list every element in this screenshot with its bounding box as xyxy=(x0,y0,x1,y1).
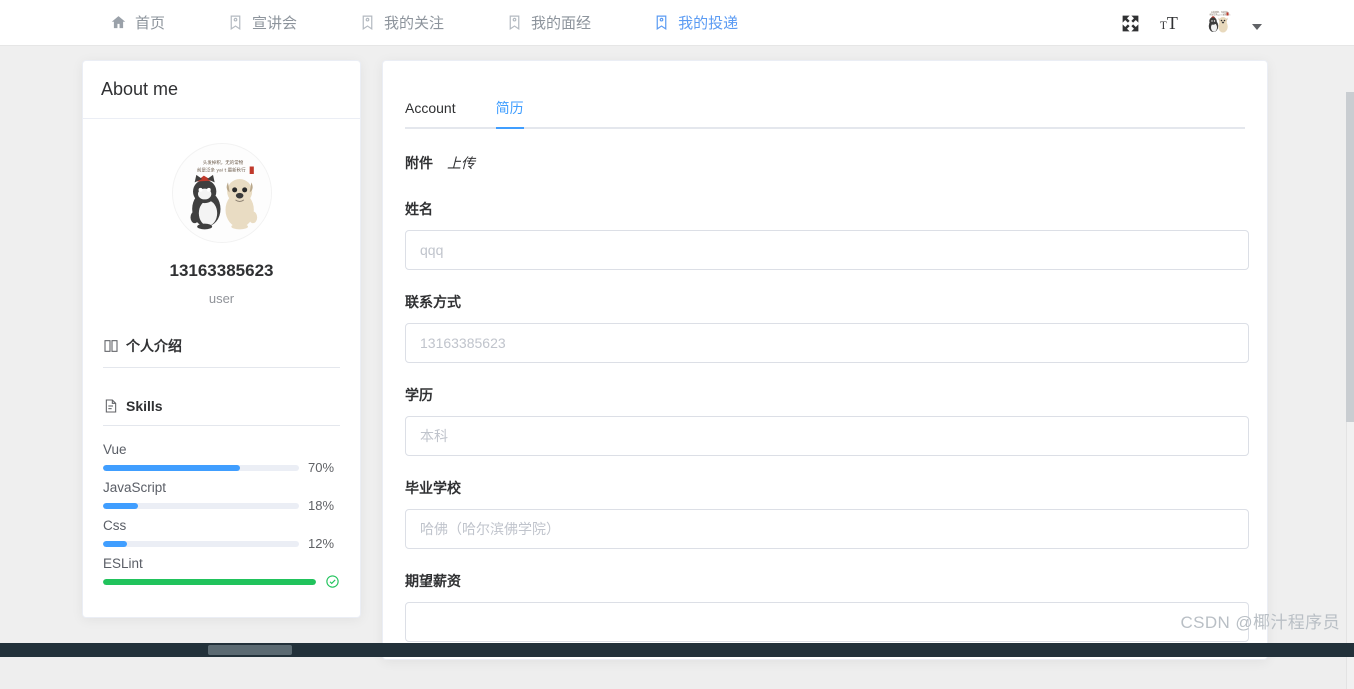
navbar-actions: T T xyxy=(1120,0,1262,46)
contact-input[interactable] xyxy=(405,323,1249,363)
watermark: CSDN @椰汁程序员 xyxy=(1180,608,1340,633)
resume-form: 附件 上传 姓名 联系方式 学历 毕业学校 期望薪资 xyxy=(383,129,1267,642)
resume-tabs: Account 简历 xyxy=(405,89,1245,129)
field-school-label: 毕业学校 xyxy=(405,478,1245,498)
divider xyxy=(103,425,340,426)
nav-item-my-interviews-label: 我的面经 xyxy=(531,12,591,33)
field-contact: 联系方式 xyxy=(405,292,1245,363)
tag-icon xyxy=(227,14,244,31)
section-skills-title: Skills xyxy=(126,398,163,414)
progress-track xyxy=(103,541,299,547)
nav-item-my-follows-label: 我的关注 xyxy=(384,12,444,33)
nav-item-my-applications[interactable]: 我的投递 xyxy=(653,0,762,46)
progress-fill xyxy=(103,503,138,509)
section-intro-title: 个人介绍 xyxy=(126,336,182,356)
nav-item-my-follows[interactable]: 我的关注 xyxy=(359,0,468,46)
field-contact-label: 联系方式 xyxy=(405,292,1245,312)
skill-label: JavaScript xyxy=(103,478,340,497)
skill-bar-line xyxy=(103,574,340,589)
svg-text:T: T xyxy=(1160,20,1167,32)
check-circle-icon xyxy=(325,574,340,589)
chevron-down-icon[interactable] xyxy=(1252,24,1262,30)
progress-fill xyxy=(103,541,127,547)
avatar[interactable]: 头发掉积，无的常物 前是泛条yai t 最新秋行 xyxy=(1203,8,1233,38)
nav-item-career-talk[interactable]: 宣讲会 xyxy=(227,0,321,46)
divider xyxy=(103,367,340,368)
field-school: 毕业学校 xyxy=(405,478,1245,549)
resume-card: Account 简历 附件 上传 姓名 联系方式 学历 xyxy=(382,60,1268,660)
tab-resume-label: 简历 xyxy=(496,100,524,116)
page-body: About me 头发掉积，无的常物 前是泛条 yai t 最新秋行 xyxy=(0,46,1354,643)
upload-link[interactable]: 上传 xyxy=(447,153,475,173)
tab-resume[interactable]: 简历 xyxy=(476,101,544,127)
attachment-row: 附件 上传 xyxy=(405,153,1245,173)
field-education: 学历 xyxy=(405,385,1245,456)
progress-track xyxy=(103,579,316,585)
progress-percent: 70% xyxy=(308,460,340,475)
profile-role: user xyxy=(103,291,340,306)
progress-percent: 18% xyxy=(308,498,340,513)
top-navbar: 首页 宣讲会 我的关注 我的面经 我的投递 xyxy=(0,0,1354,46)
skill-item-css: Css 12% xyxy=(103,516,340,551)
bottom-bar xyxy=(0,643,1354,657)
progress-fill xyxy=(103,579,316,585)
field-education-label: 学历 xyxy=(405,385,1245,405)
skill-label: Css xyxy=(103,516,340,535)
section-skills-header: Skills xyxy=(103,398,340,414)
about-me-card-body: 头发掉积，无的常物 前是泛条 yai t 最新秋行 xyxy=(83,119,360,589)
skill-label: Vue xyxy=(103,440,340,459)
skill-item-vue: Vue 70% xyxy=(103,440,340,475)
skills-list: Vue 70% JavaScript 18% xyxy=(103,440,340,589)
nav-items: 首页 宣讲会 我的关注 我的面经 我的投递 xyxy=(110,0,762,46)
nav-item-career-talk-label: 宣讲会 xyxy=(252,12,297,33)
book-icon xyxy=(103,338,119,354)
education-input[interactable] xyxy=(405,416,1249,456)
fullscreen-icon[interactable] xyxy=(1120,13,1141,34)
progress-track xyxy=(103,465,299,471)
profile-username: 13163385623 xyxy=(103,261,340,281)
tab-account-label: Account xyxy=(405,100,456,116)
profile-avatar[interactable]: 头发掉积，无的常物 前是泛条 yai t 最新秋行 xyxy=(172,143,272,243)
page-title: About me xyxy=(101,79,178,100)
skill-item-javascript: JavaScript 18% xyxy=(103,478,340,513)
svg-text:T: T xyxy=(1167,13,1178,33)
field-name-label: 姓名 xyxy=(405,199,1245,219)
vertical-scrollbar-thumb[interactable] xyxy=(1346,92,1354,422)
progress-percent: 12% xyxy=(308,536,340,551)
school-input[interactable] xyxy=(405,509,1249,549)
skill-item-eslint: ESLint xyxy=(103,554,340,589)
about-me-card-header: About me xyxy=(83,61,360,119)
progress-fill xyxy=(103,465,240,471)
tag-icon xyxy=(506,14,523,31)
nav-item-my-applications-label: 我的投递 xyxy=(678,12,738,33)
tab-account[interactable]: Account xyxy=(405,101,476,127)
profile-avatar-wrap: 头发掉积，无的常物 前是泛条 yai t 最新秋行 xyxy=(103,143,340,243)
skill-bar-line: 18% xyxy=(103,498,340,513)
about-me-card: About me 头发掉积，无的常物 前是泛条 yai t 最新秋行 xyxy=(82,60,361,618)
skill-label: ESLint xyxy=(103,554,340,573)
nav-item-home-label: 首页 xyxy=(135,12,165,33)
home-icon xyxy=(110,14,127,31)
field-salary-label: 期望薪资 xyxy=(405,571,1245,591)
text-size-icon[interactable]: T T xyxy=(1160,12,1184,34)
section-intro-header: 个人介绍 xyxy=(103,336,340,356)
attachment-label: 附件 xyxy=(405,153,433,173)
skill-bar-line: 70% xyxy=(103,460,340,475)
nav-item-home[interactable]: 首页 xyxy=(110,0,189,46)
field-name: 姓名 xyxy=(405,199,1245,270)
name-input[interactable] xyxy=(405,230,1249,270)
salary-input[interactable] xyxy=(405,602,1249,642)
tag-icon xyxy=(653,14,670,31)
tag-icon xyxy=(359,14,376,31)
document-icon xyxy=(103,398,119,414)
vertical-scrollbar[interactable] xyxy=(1346,92,1354,689)
progress-track xyxy=(103,503,299,509)
field-salary: 期望薪资 xyxy=(405,571,1245,642)
skill-bar-line: 12% xyxy=(103,536,340,551)
horizontal-scrollbar-thumb[interactable] xyxy=(208,645,292,655)
nav-item-my-interviews[interactable]: 我的面经 xyxy=(506,0,615,46)
